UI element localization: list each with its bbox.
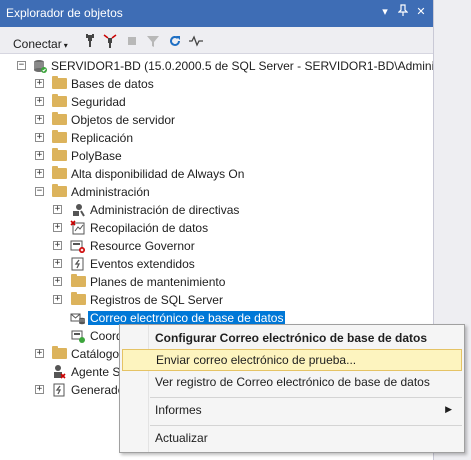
- expand-toggle[interactable]: +: [53, 205, 62, 214]
- menu-item-label: Ver registro de Correo electrónico de ba…: [155, 375, 430, 389]
- node-label: Eventos extendidos: [90, 257, 195, 271]
- expand-toggle[interactable]: +: [35, 349, 44, 358]
- folder-icon: [52, 130, 67, 143]
- panel-menu-dropdown-icon[interactable]: ▾: [378, 4, 392, 20]
- context-menu: Configurar Correo electrónico de base de…: [119, 324, 465, 453]
- tree-node-always-on[interactable]: + Alta disponibilidad de Always On: [0, 165, 433, 183]
- connect-dropdown-button[interactable]: Conectar ▾: [13, 37, 68, 51]
- expand-toggle[interactable]: +: [35, 115, 44, 124]
- menu-item-view-database-mail-log[interactable]: Ver registro de Correo electrónico de ba…: [120, 371, 464, 393]
- folder-icon: [52, 76, 67, 89]
- expand-toggle[interactable]: +: [35, 79, 44, 88]
- node-label: Generado: [71, 383, 125, 397]
- database-mail-icon: [70, 310, 86, 326]
- tree-node-sql-server-logs[interactable]: + Registros de SQL Server: [0, 291, 433, 309]
- filter-icon[interactable]: [145, 33, 161, 49]
- extended-events-icon: [70, 256, 86, 272]
- tree-node-policy-management[interactable]: + Administración de directivas: [0, 201, 433, 219]
- stop-icon[interactable]: [124, 33, 140, 49]
- folder-icon: [52, 184, 67, 197]
- expand-toggle[interactable]: +: [35, 151, 44, 160]
- disconnect-icon[interactable]: [102, 33, 118, 49]
- connect-icon[interactable]: [82, 33, 98, 49]
- refresh-icon[interactable]: [167, 33, 183, 49]
- pin-icon[interactable]: [396, 4, 410, 20]
- server-icon: [32, 58, 48, 74]
- node-label: Administración: [71, 185, 150, 199]
- folder-icon: [52, 112, 67, 125]
- node-label: Bases de datos: [71, 77, 154, 91]
- tree-node-security[interactable]: + Seguridad: [0, 93, 433, 111]
- expand-toggle[interactable]: +: [35, 169, 44, 178]
- server-label: SERVIDOR1-BD (15.0.2000.5 de SQL Server …: [51, 59, 433, 73]
- folder-icon: [52, 346, 67, 359]
- expand-toggle[interactable]: +: [53, 241, 62, 250]
- folder-icon: [52, 166, 67, 179]
- node-label: Seguridad: [71, 95, 126, 109]
- object-explorer-titlebar: Explorador de objetos ▾ ✕: [0, 0, 433, 27]
- policy-management-icon: [70, 202, 86, 218]
- folder-icon: [52, 148, 67, 161]
- expand-toggle[interactable]: +: [35, 385, 44, 394]
- collapse-toggle[interactable]: −: [35, 187, 44, 196]
- xevent-profiler-icon: [51, 382, 67, 398]
- data-collection-icon: [70, 220, 86, 236]
- node-label: Planes de mantenimiento: [90, 275, 226, 289]
- expand-toggle[interactable]: +: [53, 223, 62, 232]
- tree-node-databases[interactable]: + Bases de datos: [0, 75, 433, 93]
- menu-item-send-test-email[interactable]: Enviar correo electrónico de prueba...: [122, 349, 462, 371]
- expand-toggle[interactable]: +: [35, 97, 44, 106]
- expand-toggle[interactable]: +: [53, 259, 62, 268]
- panel-title: Explorador de objetos: [6, 6, 123, 20]
- menu-item-label: Actualizar: [155, 431, 208, 445]
- node-label: Registros de SQL Server: [90, 293, 223, 307]
- close-icon[interactable]: ✕: [414, 4, 428, 20]
- resource-governor-icon: [70, 238, 86, 254]
- node-label: Agente S: [71, 365, 121, 379]
- node-label: Recopilación de datos: [90, 221, 209, 235]
- menu-item-reports[interactable]: Informes ▶: [120, 399, 464, 421]
- expand-toggle[interactable]: +: [53, 295, 62, 304]
- object-explorer-toolbar: Conectar ▾: [0, 27, 433, 54]
- tree-node-data-collection[interactable]: + Recopilación de datos: [0, 219, 433, 237]
- menu-item-configure-database-mail[interactable]: Configurar Correo electrónico de base de…: [120, 327, 464, 349]
- connect-label: Conectar: [13, 37, 62, 51]
- tree-node-replication[interactable]: + Replicación: [0, 129, 433, 147]
- activity-monitor-icon[interactable]: [188, 33, 204, 49]
- node-label-selected: Correo electrónico de base de datos: [88, 311, 286, 325]
- node-label: Alta disponibilidad de Always On: [71, 167, 245, 181]
- menu-item-label: Configurar Correo electrónico de base de…: [155, 331, 428, 345]
- collapse-toggle[interactable]: −: [17, 61, 26, 70]
- expand-toggle[interactable]: +: [35, 133, 44, 142]
- tree-node-resource-governor[interactable]: + Resource Governor: [0, 237, 433, 255]
- menu-item-label: Enviar correo electrónico de prueba...: [156, 353, 357, 367]
- tree-node-server-objects[interactable]: + Objetos de servidor: [0, 111, 433, 129]
- node-label: Resource Governor: [90, 239, 195, 253]
- chevron-down-icon: ▾: [63, 41, 68, 50]
- tree-node-administration[interactable]: − Administración: [0, 183, 433, 201]
- node-label: PolyBase: [71, 149, 122, 163]
- distributed-transaction-icon: [70, 328, 86, 344]
- menu-separator: [150, 397, 462, 398]
- menu-item-refresh[interactable]: Actualizar: [120, 427, 464, 449]
- node-label: Catálogo: [71, 347, 120, 361]
- submenu-arrow-icon: ▶: [445, 404, 452, 414]
- folder-icon: [71, 274, 86, 287]
- menu-separator: [150, 425, 462, 426]
- tree-node-polybase[interactable]: + PolyBase: [0, 147, 433, 165]
- menu-item-label: Informes: [155, 403, 202, 417]
- folder-icon: [71, 292, 86, 305]
- tree-node-maintenance-plans[interactable]: + Planes de mantenimiento: [0, 273, 433, 291]
- node-label: Objetos de servidor: [71, 113, 176, 127]
- node-label: Administración de directivas: [90, 203, 240, 217]
- tree-node-server[interactable]: − SERVIDOR1-BD (15.0.2000.5 de SQL Serve…: [0, 57, 433, 75]
- node-label: Replicación: [71, 131, 134, 145]
- sql-agent-icon: [51, 364, 67, 380]
- folder-icon: [52, 94, 67, 107]
- tree-node-extended-events[interactable]: + Eventos extendidos: [0, 255, 433, 273]
- expand-toggle[interactable]: +: [53, 277, 62, 286]
